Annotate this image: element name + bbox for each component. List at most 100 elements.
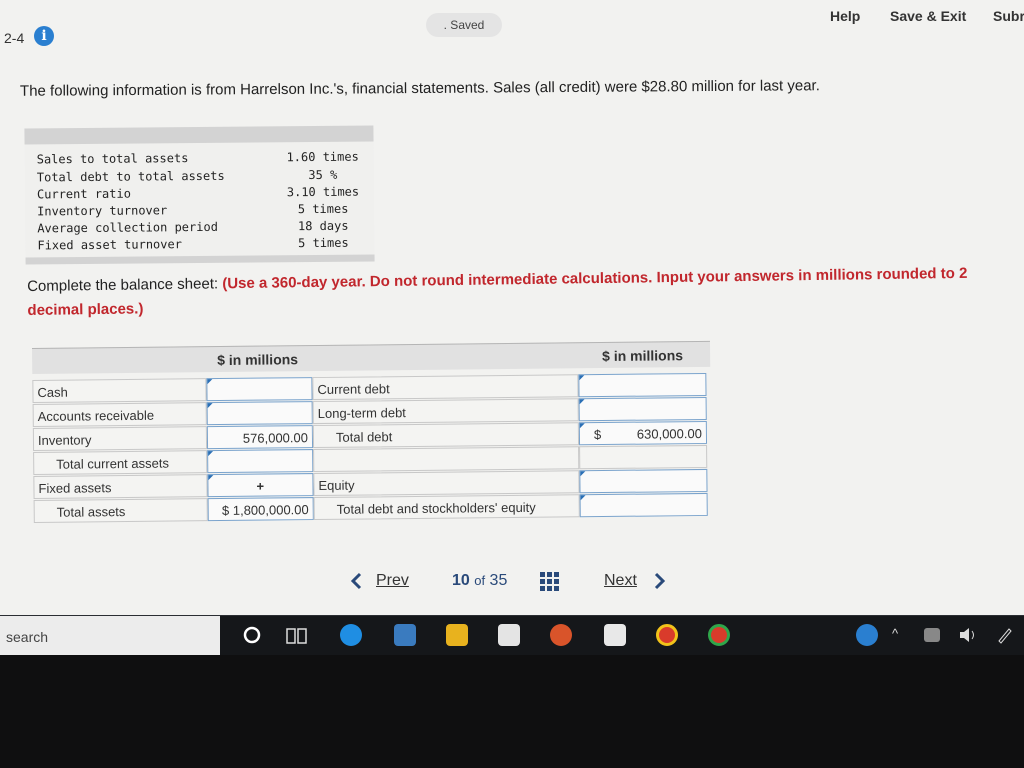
chevron-left-icon[interactable]: [350, 572, 362, 595]
chrome-active-icon[interactable]: [708, 624, 730, 646]
input-value: $ 1,800,000.00: [221, 502, 309, 519]
next-button[interactable]: Next: [604, 572, 637, 590]
chevron-right-icon[interactable]: [654, 572, 666, 595]
ratio-label: Total debt to total assets: [36, 168, 225, 185]
prev-button[interactable]: Prev: [376, 572, 409, 590]
ratio-label: Sales to total assets: [36, 151, 189, 167]
ratio-value: 35 %: [308, 167, 338, 183]
input-flag-icon: [579, 375, 585, 381]
input-flag-icon: [208, 475, 214, 481]
ratio-table-bottom-border: [25, 254, 375, 265]
cash-label: Cash: [32, 378, 207, 403]
input-flag-icon: [580, 495, 586, 501]
long-term-debt-input[interactable]: [578, 396, 707, 422]
row-label: Accounts receivable: [37, 407, 155, 424]
current-debt-label: Current debt: [312, 374, 579, 401]
chevron-up-icon[interactable]: ^: [892, 626, 898, 641]
ratio-label: Average collection period: [37, 219, 218, 236]
accounts-receivable-input[interactable]: [206, 401, 313, 426]
taskbar-search-input[interactable]: search: [0, 616, 220, 656]
save-exit-button[interactable]: Save & Exit: [890, 8, 966, 24]
row-label: Total debt: [335, 429, 393, 445]
browser-viewport: 2-4 i . Saved Help Save & Exit Subr The …: [0, 0, 1024, 615]
ratio-table: Sales to total assets 1.60 times Total d…: [24, 125, 375, 265]
equity-input[interactable]: [579, 468, 708, 494]
input-value: 630,000.00: [636, 425, 703, 442]
pen-icon[interactable]: [996, 626, 1014, 649]
input-flag-icon: [207, 403, 213, 409]
question-navigation: Prev 10 of 35 Next: [350, 568, 680, 596]
ratio-value: 3.10 times: [286, 184, 360, 200]
blank-row-label: [313, 446, 580, 473]
question-prompt: The following information is from Harrel…: [19, 77, 820, 100]
instructions-lead: Complete the balance sheet:: [27, 275, 219, 295]
total-debt-label: Total debt: [312, 422, 580, 449]
ratio-label: Fixed asset turnover: [37, 237, 182, 253]
inventory-label: Inventory: [32, 426, 208, 451]
help-button[interactable]: Help: [830, 8, 860, 24]
input-flag-icon: [207, 379, 213, 385]
total-assets-label: Total assets: [33, 498, 208, 523]
ratio-value: 18 days: [297, 218, 349, 234]
instructions: Complete the balance sheet: (Use a 360-d…: [27, 261, 1018, 323]
ratio-value: 5 times: [297, 201, 349, 217]
total-current-assets-input[interactable]: [207, 449, 314, 474]
balance-sheet: $ in millions $ in millions Cash Account…: [32, 340, 712, 523]
ratio-label: Current ratio: [36, 186, 131, 202]
network-icon[interactable]: [924, 628, 940, 642]
total-pages: 35: [489, 572, 508, 589]
search-placeholder: search: [6, 629, 49, 645]
chrome-icon[interactable]: [656, 624, 678, 646]
store-icon[interactable]: [498, 624, 520, 646]
edge-icon[interactable]: [340, 624, 362, 646]
task-view-icon[interactable]: [286, 626, 308, 651]
input-flag-icon: [579, 423, 585, 429]
cortana-icon[interactable]: [242, 625, 262, 650]
total-debt-input[interactable]: $630,000.00: [578, 420, 708, 446]
help-tray-icon[interactable]: [856, 624, 878, 646]
ratio-label: Inventory turnover: [37, 203, 168, 219]
windows-taskbar: search ^: [0, 615, 1024, 656]
total-assets-input[interactable]: $ 1,800,000.00: [207, 497, 314, 522]
ratio-value: 5 times: [298, 235, 349, 251]
saved-status-badge: . Saved: [426, 13, 502, 37]
current-debt-input[interactable]: [578, 372, 707, 398]
calculator-icon[interactable]: [394, 624, 416, 646]
file-explorer-icon[interactable]: [446, 624, 468, 646]
volume-icon[interactable]: [958, 626, 978, 649]
submit-button[interactable]: Subr: [993, 8, 1024, 24]
laptop-bezel: [0, 655, 1024, 768]
input-flag-icon: [579, 399, 585, 405]
cash-input[interactable]: [206, 377, 313, 402]
cursor-icon: +: [256, 478, 265, 494]
right-column-header: $ in millions: [602, 347, 684, 365]
row-label: Total assets: [56, 504, 126, 520]
app-icon[interactable]: [550, 624, 572, 646]
fixed-assets-input[interactable]: +: [207, 473, 314, 498]
ratio-row: Sales to total assets 1.60 times: [37, 150, 361, 170]
question-grid-icon[interactable]: [540, 572, 560, 597]
accounts-receivable-label: Accounts receivable: [32, 402, 207, 427]
total-debt-equity-input[interactable]: [579, 492, 708, 518]
row-label: Long-term debt: [317, 405, 406, 422]
kindle-icon[interactable]: [604, 624, 626, 646]
input-flag-icon: [580, 471, 586, 477]
question-number: 2-4: [4, 30, 25, 46]
row-label: Inventory: [37, 432, 92, 448]
input-value: 576,000.00: [242, 430, 309, 446]
current-page: 10: [452, 572, 470, 589]
left-column-header: $ in millions: [217, 351, 299, 369]
balance-sheet-header: $ in millions $ in millions: [32, 340, 711, 374]
inventory-input[interactable]: 576,000.00: [206, 425, 314, 450]
row-label: Cash: [37, 384, 68, 400]
page-indicator: 10 of 35: [452, 572, 507, 590]
ratio-value: 1.60 times: [286, 149, 359, 165]
total-current-assets-label: Total current assets: [33, 450, 208, 475]
row-label: Current debt: [317, 381, 390, 398]
fixed-assets-label: Fixed assets: [33, 474, 208, 499]
total-debt-equity-label: Total debt and stockholders' equity: [313, 494, 580, 521]
info-icon[interactable]: i: [34, 26, 54, 46]
ratio-row: Fixed asset turnover 5 times: [37, 236, 361, 256]
row-label: Total current assets: [56, 455, 170, 472]
ratio-table-top-border: [24, 125, 374, 145]
